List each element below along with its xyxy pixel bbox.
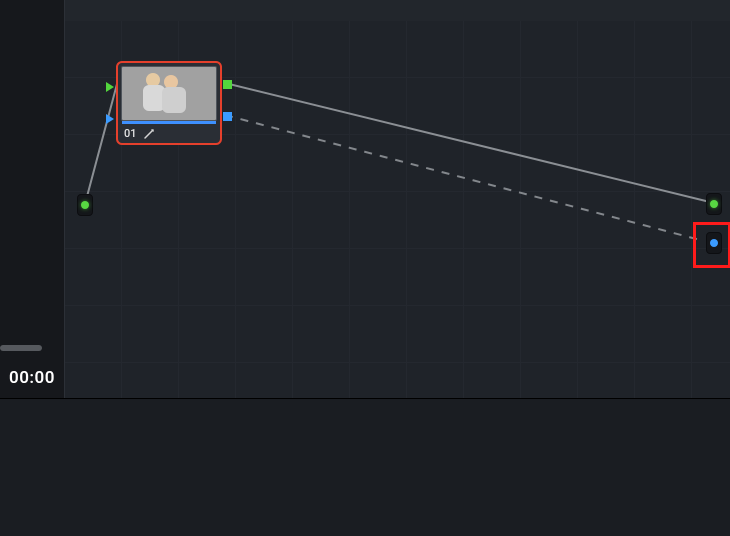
graph-output-alpha-socket[interactable]	[706, 232, 722, 254]
node-keyframe-timeline	[122, 121, 216, 124]
magic-wand-icon	[143, 128, 155, 140]
node-graph-canvas[interactable]: 01	[65, 21, 730, 398]
wire-source-to-node	[85, 84, 117, 204]
node-footer: 01	[118, 126, 220, 141]
node-input-rgb-port[interactable]	[106, 82, 114, 92]
node-editor-toolbar: A / B	[0, 0, 730, 22]
wire-node-to-output-rgb	[225, 83, 714, 203]
clip-thumbnail-sidebar: 00:00	[0, 0, 65, 398]
sidebar-scrollbar[interactable]	[0, 345, 42, 351]
node-output-alpha-port[interactable]	[223, 112, 232, 121]
node-thumbnail	[121, 66, 217, 121]
circle-icon	[710, 239, 718, 247]
timecode-display: 00:00	[0, 368, 64, 388]
graph-output-rgb-socket[interactable]	[706, 193, 722, 215]
circle-icon	[710, 200, 718, 208]
circle-icon	[81, 201, 89, 209]
node-input-alpha-port[interactable]	[106, 114, 114, 124]
corrector-node-01[interactable]: 01	[116, 61, 222, 145]
node-output-rgb-port[interactable]	[223, 80, 232, 89]
lower-panel-region	[0, 398, 730, 536]
node-number-label: 01	[124, 127, 137, 140]
wire-node-to-output-alpha	[225, 115, 704, 241]
graph-input-rgb-socket[interactable]	[77, 194, 93, 216]
